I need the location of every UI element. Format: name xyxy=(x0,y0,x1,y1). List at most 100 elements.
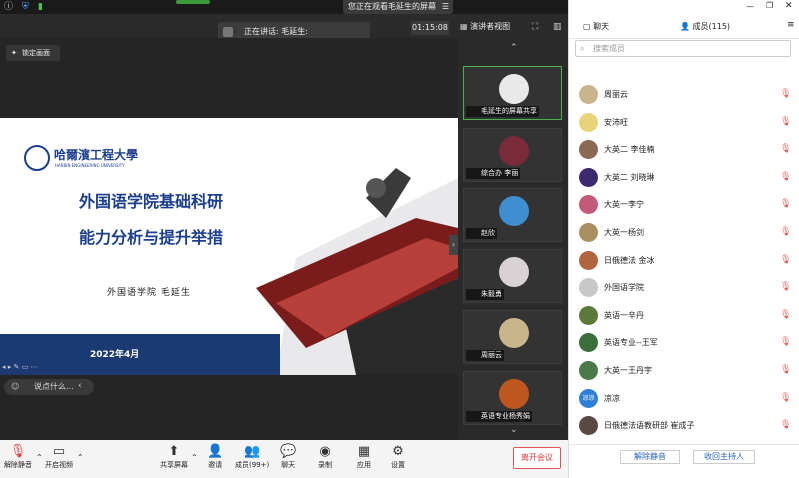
microphone-muted-icon[interactable]: 🎙 xyxy=(780,337,791,347)
microphone-muted-icon[interactable]: 🎙 xyxy=(780,255,791,265)
member-row[interactable]: 凉凉 凉凉 🎙 xyxy=(575,385,791,412)
microphone-muted-icon[interactable]: 🎙 xyxy=(780,144,791,154)
tile-name: 赵欣 xyxy=(466,228,497,239)
chat-icon: 💬 xyxy=(280,444,297,459)
tab-members[interactable]: 👤 成员(115) xyxy=(680,21,730,32)
member-name: 凉凉 xyxy=(604,393,620,403)
microphone-muted-icon[interactable]: 🎙 xyxy=(780,117,791,127)
close-icon[interactable]: ✕ xyxy=(785,1,793,11)
unmute-all-button[interactable]: 解除静音 xyxy=(620,450,680,464)
share-screen-icon: ⬆ xyxy=(168,444,180,459)
chat-collapse-icon[interactable]: ‹ xyxy=(78,381,82,391)
member-row[interactable]: 周丽云 🎙 xyxy=(575,81,791,108)
microphone-muted-icon[interactable]: 🎙 xyxy=(780,310,791,320)
microphone-muted-icon[interactable]: 🎙 xyxy=(780,172,791,182)
member-name: 安沛旺 xyxy=(604,117,628,127)
gear-icon: ⚙ xyxy=(392,444,404,459)
unmute-label: 解除静音 xyxy=(4,461,32,469)
shared-slide: 哈爾濱工程大學 HARBIN ENGINEERING UNIVERSITY 外国… xyxy=(0,118,458,375)
member-name: 大英二 刘晓琳 xyxy=(604,172,655,182)
member-row[interactable]: 日俄德法语教研部 崔成子 🎙 xyxy=(575,412,791,439)
collapse-strip-button[interactable]: › xyxy=(449,235,458,255)
university-seal-icon xyxy=(24,145,50,171)
pin-icon: ✦ xyxy=(11,49,17,57)
microphone-muted-icon[interactable]: 🎙 xyxy=(780,227,791,237)
panel-menu-icon[interactable]: ≡ xyxy=(787,20,795,30)
viewing-banner: 您正在观看毛延生的屏幕 ☰ xyxy=(343,0,453,14)
member-row[interactable]: 大英二 李佳楠 🎙 xyxy=(575,136,791,163)
microphone-muted-icon[interactable]: 🎙 xyxy=(780,365,791,375)
video-tile[interactable]: 英语专业杨秀娟 xyxy=(463,371,562,425)
info-icon[interactable]: ⓘ xyxy=(4,0,13,14)
member-row[interactable]: 外国语学院 🎙 xyxy=(575,274,791,301)
member-row[interactable]: 大英一杨剑 🎙 xyxy=(575,219,791,246)
slide-date: 2022年4月 xyxy=(90,350,140,360)
microphone-muted-icon[interactable]: 🎙 xyxy=(780,282,791,292)
member-row[interactable]: 英语一辛丹 🎙 xyxy=(575,302,791,329)
camera-off-icon: ▭ xyxy=(52,444,66,459)
signal-icon[interactable]: ▮ xyxy=(38,0,43,14)
start-video-button[interactable]: ▭ 开启视频 xyxy=(45,444,73,470)
member-row[interactable]: 英语专业--王军 🎙 xyxy=(575,329,791,356)
video-tile[interactable]: 朱毅勇 xyxy=(463,249,562,303)
share-screen-button[interactable]: ⬆ 共享屏幕 xyxy=(160,444,188,470)
microphone-muted-icon[interactable]: 🎙 xyxy=(780,420,791,430)
view-mode-label: 演讲者视图 xyxy=(470,22,511,31)
member-name: 日俄德法 金冰 xyxy=(604,255,655,265)
member-row[interactable]: 大英一王丹宇 🎙 xyxy=(575,357,791,384)
start-video-label: 开启视频 xyxy=(45,461,73,469)
audio-options-icon[interactable]: ⌃ xyxy=(36,453,43,462)
unmute-button[interactable]: 🎙 解除静音 xyxy=(4,444,32,470)
member-avatar xyxy=(579,167,598,187)
emoji-icon[interactable]: ☺ xyxy=(11,379,19,395)
reclaim-host-button[interactable]: 收回主持人 xyxy=(693,450,755,464)
invite-button[interactable]: 👤 邀请 xyxy=(207,444,223,470)
settings-button[interactable]: ⚙ 设置 xyxy=(391,444,405,470)
member-name: 周丽云 xyxy=(604,90,628,99)
member-row[interactable]: 大英二 刘晓琳 🎙 xyxy=(575,164,791,191)
slide-nav-controls[interactable]: ◂ ▸ ✎ ▭ ⋯ xyxy=(2,363,37,371)
tab-chat[interactable]: ▢ 聊天 xyxy=(583,21,609,32)
apps-label: 应用 xyxy=(357,461,371,469)
tab-chat-label: 聊天 xyxy=(593,22,610,31)
microphone-muted-icon[interactable]: 🎙 xyxy=(780,89,791,99)
record-icon: ◉ xyxy=(319,444,331,459)
video-tile[interactable]: 周丽云 xyxy=(463,310,562,364)
member-avatar xyxy=(579,278,598,298)
slide-title-line2: 能力分析与提升举措 xyxy=(79,228,224,247)
fullscreen-icon[interactable]: ⛶ xyxy=(532,20,538,34)
scroll-down-icon[interactable]: ⌄ xyxy=(510,425,518,435)
shield-icon[interactable]: ⛨ xyxy=(22,0,29,14)
video-tile[interactable]: 赵欣 xyxy=(463,188,562,242)
sidebar-toggle-icon[interactable]: ▥ xyxy=(553,20,562,34)
member-row[interactable]: 日俄德法 金冰 🎙 xyxy=(575,247,791,274)
member-avatar xyxy=(579,85,598,104)
minimize-icon[interactable]: — xyxy=(746,2,754,11)
chat-button[interactable]: 💬 聊天 xyxy=(280,444,296,470)
microphone-muted-icon[interactable]: 🎙 xyxy=(780,199,791,209)
member-name: 外国语学院 xyxy=(604,283,644,293)
apps-button[interactable]: ▦ 应用 xyxy=(357,444,371,470)
view-mode-button[interactable]: ▦ 演讲者视图 xyxy=(460,20,522,34)
invite-icon: 👤 xyxy=(207,444,224,459)
share-options-icon[interactable]: ⌃ xyxy=(191,453,198,462)
video-tile[interactable]: 综合办 李丽 xyxy=(463,128,562,182)
members-icon: 👥 xyxy=(244,444,261,459)
member-row[interactable]: 大英一李宁 🎙 xyxy=(575,191,791,218)
maximize-icon[interactable]: ❐ xyxy=(766,1,773,10)
scroll-up-icon[interactable]: ⌃ xyxy=(510,43,518,53)
member-search-input[interactable]: ⌕ 搜索成员 xyxy=(575,40,791,57)
members-button[interactable]: 👥 成员(99+) xyxy=(235,444,269,470)
member-avatar xyxy=(579,250,598,270)
microphone-muted-icon[interactable]: 🎙 xyxy=(780,393,791,403)
video-options-icon[interactable]: ⌃ xyxy=(77,453,84,462)
participant-avatar xyxy=(499,74,529,104)
panel-tabs: ▢ 聊天 👤 成员(115) ≡ xyxy=(569,15,799,39)
video-tile[interactable]: 毛延生的屏幕共享 xyxy=(463,66,562,120)
menu-icon[interactable]: ☰ xyxy=(442,0,449,14)
leave-meeting-button[interactable]: 离开会议 xyxy=(513,447,561,469)
member-avatar: 凉凉 xyxy=(579,388,598,408)
member-row[interactable]: 安沛旺 🎙 xyxy=(575,109,791,136)
lock-screen-button[interactable]: ✦ 锁定画面 xyxy=(6,45,60,61)
record-button[interactable]: ◉ 录制 xyxy=(318,444,332,470)
